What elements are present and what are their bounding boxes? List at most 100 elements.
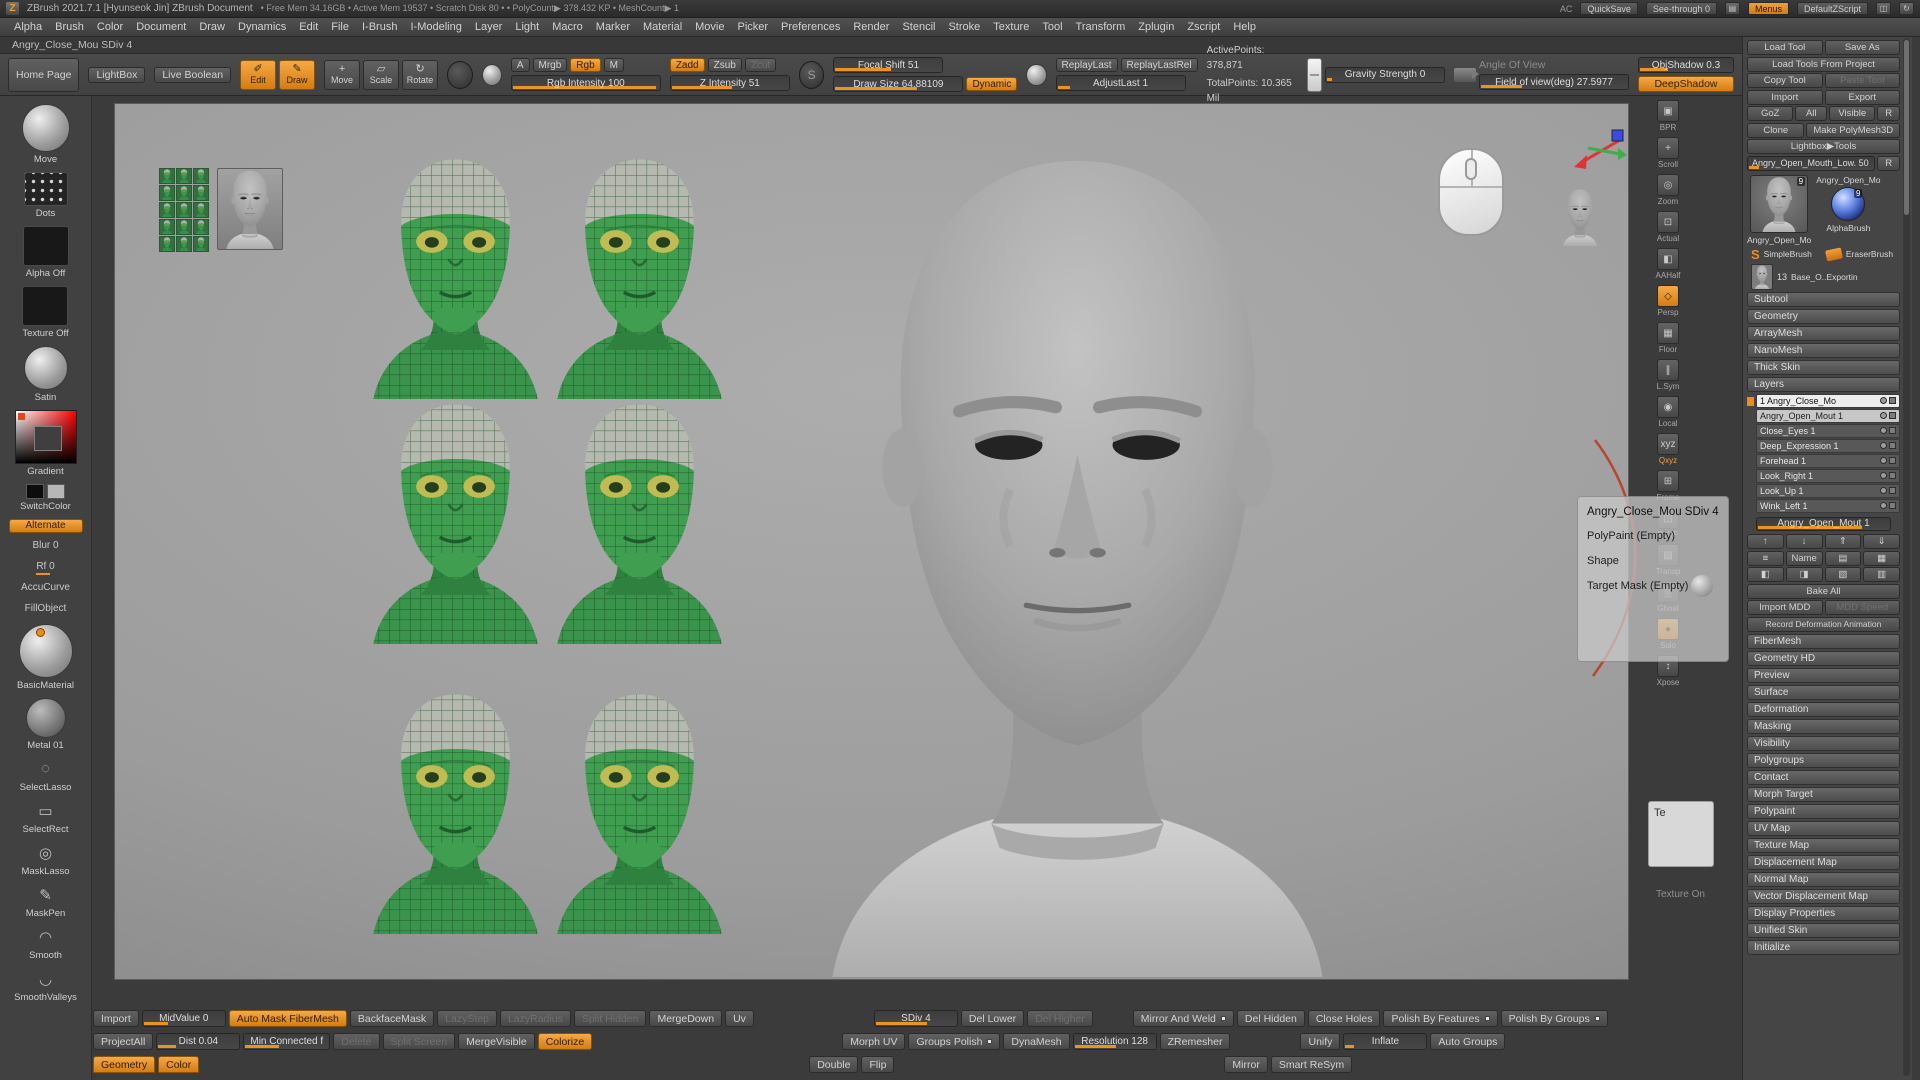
axis-gizmo[interactable] <box>1570 128 1628 174</box>
layer-split-right-icon[interactable]: ◨ <box>1786 567 1823 582</box>
dynamic-button[interactable]: Dynamic <box>966 77 1017 91</box>
brush-falloff-preview[interactable] <box>447 61 473 89</box>
rgb-intensity-slider[interactable]: Rgb Intensity 100 <box>511 75 661 91</box>
button-mergedown[interactable]: MergeDown <box>649 1010 722 1027</box>
menu-document[interactable]: Document <box>130 20 192 34</box>
palette-dock-icon[interactable]: ◫ <box>1876 2 1891 15</box>
section-display-properties[interactable]: Display Properties <box>1747 906 1900 921</box>
lightbox-button[interactable]: LightBox <box>88 67 145 83</box>
menu-render[interactable]: Render <box>847 20 895 34</box>
button-import[interactable]: Import <box>93 1010 139 1027</box>
layout-icon[interactable]: ▤ <box>1725 2 1740 15</box>
edit-button[interactable]: ✐Edit <box>240 60 276 90</box>
button-zremesher[interactable]: ZRemesher <box>1160 1033 1231 1050</box>
button-smart-resym[interactable]: Smart ReSym <box>1271 1056 1352 1073</box>
button-auto-groups[interactable]: Auto Groups <box>1430 1033 1505 1050</box>
popup-item-shape[interactable]: Shape <box>1587 555 1719 567</box>
shelf-zoom[interactable]: ◎Zoom <box>1657 174 1679 206</box>
goz-button[interactable]: GoZ <box>1747 106 1793 121</box>
menu-stencil[interactable]: Stencil <box>896 20 941 34</box>
layer-row-look-right-1[interactable]: Look_Right 1 <box>1756 469 1900 483</box>
replay-lastrel-button[interactable]: ReplayLastRel <box>1121 58 1198 72</box>
section-normal-map[interactable]: Normal Map <box>1747 872 1900 887</box>
lightbox-tools-button[interactable]: Lightbox▶Tools <box>1747 139 1900 154</box>
shelf-qxyz[interactable]: xyzQxyz <box>1657 433 1679 465</box>
expression-thumbnail[interactable] <box>193 219 209 235</box>
button-polish-by-features[interactable]: Polish By Features <box>1383 1010 1497 1027</box>
shelf-floor[interactable]: ▦Floor <box>1657 322 1679 354</box>
layer-record-icon[interactable] <box>1889 487 1896 494</box>
menu-tool[interactable]: Tool <box>1036 20 1068 34</box>
menu-file[interactable]: File <box>325 20 355 34</box>
button-morph-uv[interactable]: Morph UV <box>842 1033 905 1050</box>
shelf-l-sym[interactable]: ∥L.Sym <box>1657 359 1680 391</box>
selectrect-icon[interactable]: ▭ <box>31 800 61 822</box>
section-geometry-hd[interactable]: Geometry HD <box>1747 651 1900 666</box>
expression-head-4[interactable] <box>552 399 727 644</box>
material-preview[interactable] <box>26 698 66 738</box>
layer-record-icon[interactable] <box>1889 427 1896 434</box>
menu-i-modeling[interactable]: I-Modeling <box>404 20 467 34</box>
clone-button[interactable]: Clone <box>1747 123 1804 138</box>
section-surface[interactable]: Surface <box>1747 685 1900 700</box>
menu-alpha[interactable]: Alpha <box>8 20 48 34</box>
expression-head-5[interactable] <box>368 689 543 934</box>
toggle-dot-icon[interactable] <box>987 1039 992 1044</box>
button-colorize[interactable]: Colorize <box>538 1033 593 1050</box>
mrgb-button[interactable]: Mrgb <box>533 58 568 72</box>
toggle-dot-icon[interactable] <box>1221 1016 1226 1021</box>
expression-thumbnail[interactable] <box>159 219 175 235</box>
expression-head-2[interactable] <box>552 154 727 399</box>
expression-thumbnail[interactable] <box>159 236 175 252</box>
alpha-channel-button[interactable]: A <box>511 58 530 72</box>
layer-row-1-angry-close-mo[interactable]: 1 Angry_Close_Mo <box>1756 394 1900 408</box>
expression-thumbnail[interactable] <box>159 202 175 218</box>
default-zscript-button[interactable]: DefaultZScript <box>1797 2 1868 15</box>
reload-icon[interactable]: ↻ <box>1899 2 1914 15</box>
menu-light[interactable]: Light <box>509 20 545 34</box>
masklasso-icon[interactable]: ◎ <box>31 842 61 864</box>
menu-marker[interactable]: Marker <box>590 20 636 34</box>
layer-row-close-eyes-1[interactable]: Close_Eyes 1 <box>1756 424 1900 438</box>
midvalue-0-slider[interactable]: MidValue 0 <box>142 1010 226 1027</box>
smoothvalleys-icon[interactable]: ◡ <box>30 968 60 990</box>
m-button[interactable]: M <box>604 58 624 72</box>
min-connected-f-slider[interactable]: Min Connected f <box>243 1033 330 1050</box>
menu-preferences[interactable]: Preferences <box>775 20 846 34</box>
load-tools-from-project-button[interactable]: Load Tools From Project <box>1747 57 1900 72</box>
scrollbar-thumb[interactable] <box>1904 40 1909 215</box>
section-displacement-map[interactable]: Displacement Map <box>1747 855 1900 870</box>
zcut-button[interactable]: Zcut <box>745 58 776 72</box>
menu-zscript[interactable]: Zscript <box>1181 20 1226 34</box>
toggle-dot-icon[interactable] <box>1595 1016 1600 1021</box>
button-lazystep[interactable]: LazyStep <box>437 1010 497 1027</box>
material-preview[interactable] <box>24 346 68 390</box>
layer-eye-icon[interactable] <box>1880 442 1887 449</box>
layer-name-button[interactable]: Name <box>1786 551 1823 566</box>
expression-thumbnail[interactable] <box>193 168 209 184</box>
layer-split-left-icon[interactable]: ◧ <box>1747 567 1784 582</box>
layer-delete-button[interactable]: ⇓ <box>1863 534 1900 549</box>
section-polypaint[interactable]: Polypaint <box>1747 804 1900 819</box>
draw-size-slider[interactable]: Draw Size 64.88109 <box>833 76 963 92</box>
layer-eye-icon[interactable] <box>1880 412 1887 419</box>
adjust-last-slider[interactable]: AdjustLast 1 <box>1056 75 1186 91</box>
button-del-hidden[interactable]: Del Hidden <box>1237 1010 1305 1027</box>
layer-row-wink-left-1[interactable]: Wink_Left 1 <box>1756 499 1900 513</box>
toggle-dot-icon[interactable] <box>1485 1016 1490 1021</box>
expression-thumbnail[interactable] <box>176 168 192 184</box>
layer-record-icon[interactable] <box>1889 442 1896 449</box>
menu-color[interactable]: Color <box>91 20 129 34</box>
selectlasso-icon[interactable]: ◌ <box>30 758 60 780</box>
section-subtool[interactable]: Subtool <box>1747 292 1900 307</box>
layer-eye-icon[interactable] <box>1880 427 1887 434</box>
maskpen-icon[interactable]: ✎ <box>30 884 60 906</box>
focal-curve-icon[interactable]: S <box>799 61 825 89</box>
menu-material[interactable]: Material <box>637 20 688 34</box>
layer-eye-icon[interactable] <box>1880 487 1887 494</box>
replay-sphere-icon[interactable] <box>1026 64 1046 86</box>
expression-thumbnail[interactable] <box>176 219 192 235</box>
export-button[interactable]: Export <box>1825 90 1901 105</box>
shelf-scroll[interactable]: +Scroll <box>1657 137 1679 169</box>
menu-dynamics[interactable]: Dynamics <box>232 20 292 34</box>
